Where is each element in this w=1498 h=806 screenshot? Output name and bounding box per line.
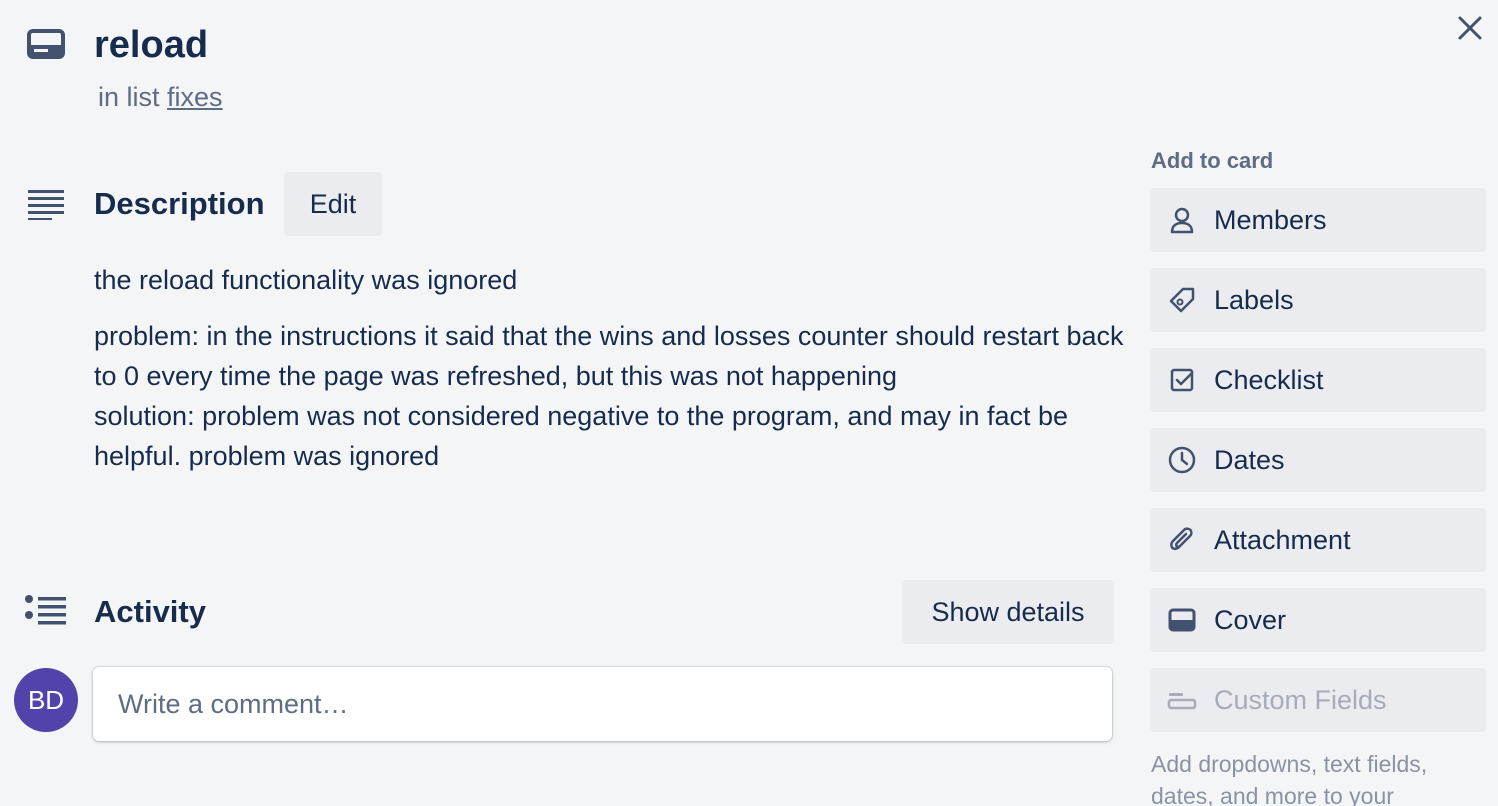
members-label: Members	[1214, 204, 1327, 235]
description-paragraph: solution: problem was not considered neg…	[94, 401, 1069, 471]
labels-button[interactable]: Labels	[1150, 268, 1486, 332]
list-info: in list fixes	[98, 80, 223, 114]
list-link[interactable]: fixes	[167, 82, 223, 112]
description-body[interactable]: the reload functionality was ignored pro…	[94, 260, 1124, 476]
activity-icon	[25, 595, 66, 625]
cover-icon	[1150, 588, 1214, 652]
edit-description-button[interactable]: Edit	[284, 172, 382, 236]
custom-fields-icon	[1150, 668, 1214, 732]
custom-fields-button[interactable]: Custom Fields	[1150, 668, 1486, 732]
close-button[interactable]	[1452, 10, 1488, 46]
description-icon	[28, 190, 64, 220]
card-detail-window: reload in list fixes Description Edit th…	[0, 0, 1498, 806]
checklist-button[interactable]: Checklist	[1150, 348, 1486, 412]
custom-fields-label: Custom Fields	[1214, 684, 1387, 715]
checklist-label: Checklist	[1214, 364, 1324, 395]
description-paragraph: the reload functionality was ignored	[94, 265, 518, 295]
cover-button[interactable]: Cover	[1150, 588, 1486, 652]
activity-heading: Activity	[94, 594, 206, 629]
list-prefix: in list	[98, 82, 160, 112]
add-to-card-heading: Add to card	[1151, 148, 1274, 173]
labels-label: Labels	[1214, 284, 1294, 315]
attachment-button[interactable]: Attachment	[1150, 508, 1486, 572]
tag-icon	[1150, 268, 1214, 332]
avatar[interactable]: BD	[14, 668, 78, 732]
custom-fields-note: Add dropdowns, text fields, dates, and m…	[1151, 751, 1428, 806]
cover-label: Cover	[1214, 604, 1287, 635]
card-icon	[27, 29, 65, 59]
card-title[interactable]: reload	[94, 20, 208, 70]
close-icon	[1458, 16, 1482, 40]
dates-label: Dates	[1214, 444, 1285, 475]
clock-icon	[1150, 428, 1214, 492]
description-paragraph: problem: in the instructions it said tha…	[94, 321, 1124, 391]
comment-input[interactable]: Write a comment…	[93, 667, 1112, 741]
dates-button[interactable]: Dates	[1150, 428, 1486, 492]
paperclip-icon	[1150, 508, 1214, 572]
show-details-button[interactable]: Show details	[902, 580, 1114, 644]
attachment-label: Attachment	[1214, 524, 1351, 555]
members-button[interactable]: Members	[1150, 188, 1486, 252]
person-icon	[1150, 188, 1214, 252]
checkbox-icon	[1150, 348, 1214, 412]
description-heading: Description	[94, 186, 265, 221]
